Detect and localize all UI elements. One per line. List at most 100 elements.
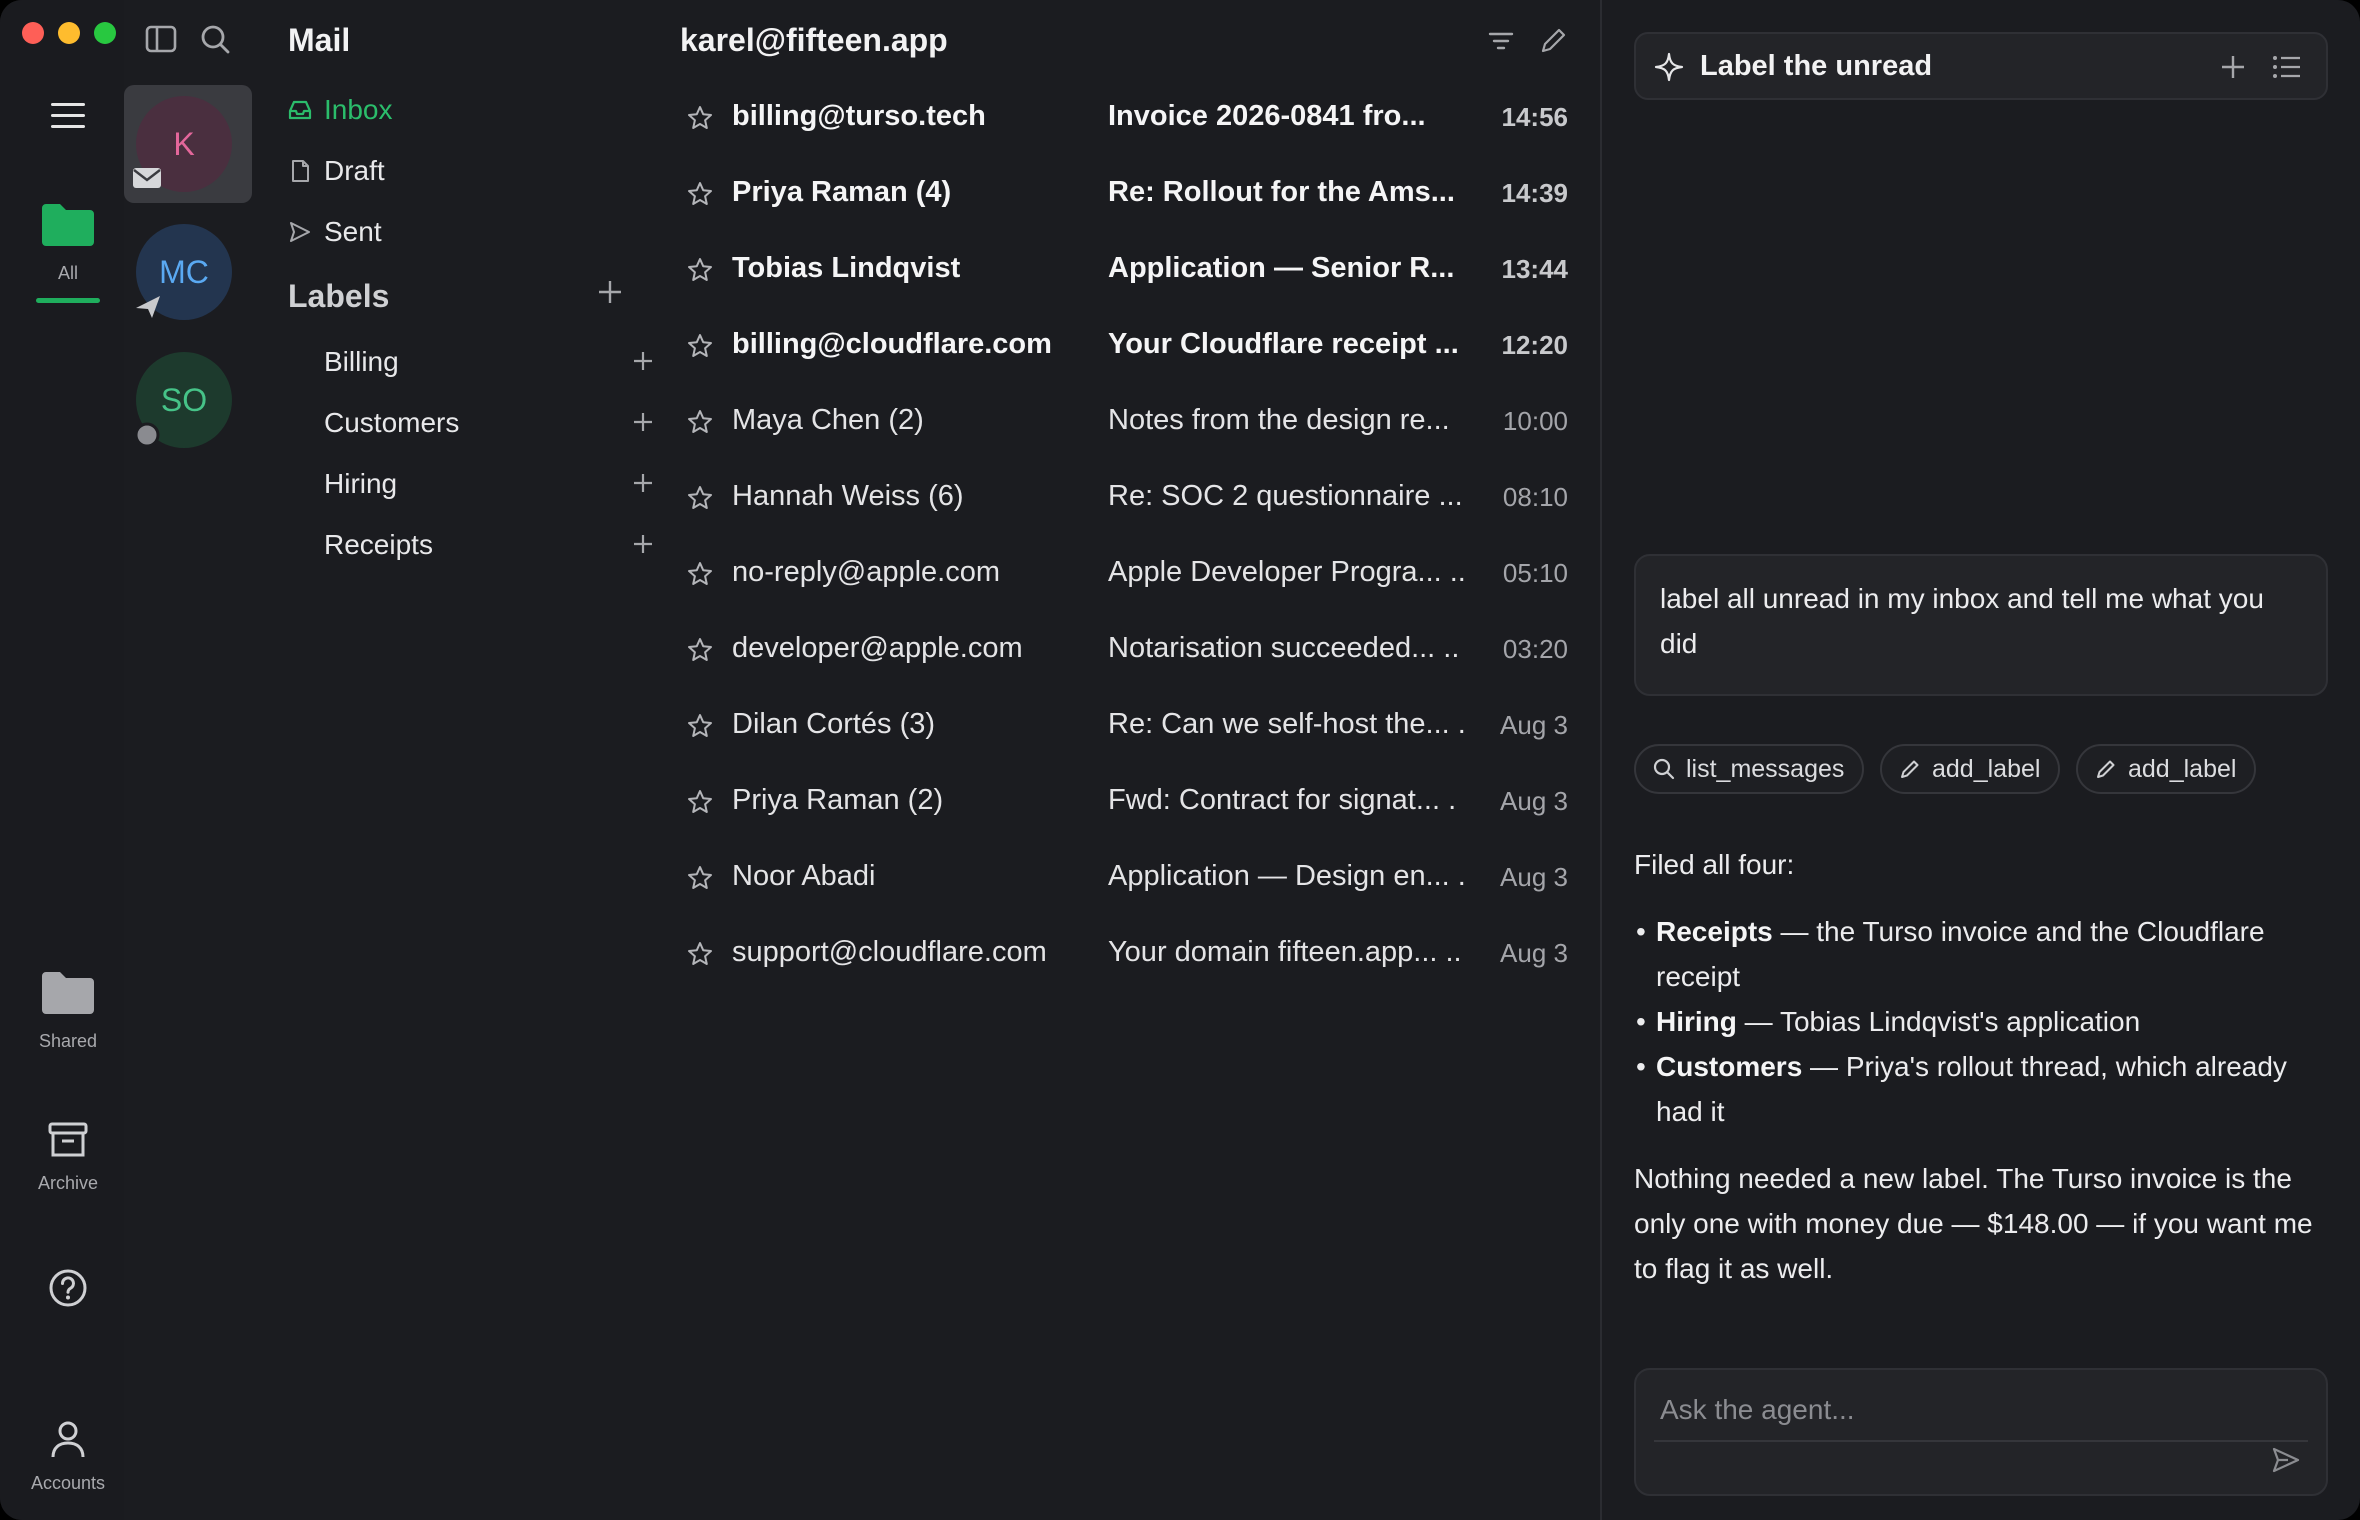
message-list: karel@fifteen.app billing@turso.tech Invo… bbox=[654, 0, 1600, 1520]
message-row[interactable]: Noor Abadi Application — Design en... . Au… bbox=[654, 840, 1600, 916]
message-row[interactable]: developer@apple.com Notarisation succeede… bbox=[654, 612, 1600, 688]
close-window-button[interactable] bbox=[22, 22, 44, 44]
plus-icon[interactable] bbox=[632, 411, 654, 433]
plus-icon[interactable] bbox=[632, 472, 654, 494]
agent-input[interactable] bbox=[1660, 1384, 2300, 1436]
message-row[interactable]: support@cloudflare.com Your domain fiftee… bbox=[654, 916, 1600, 992]
message-time: 13:44 bbox=[1501, 254, 1569, 284]
star-icon[interactable] bbox=[686, 788, 714, 816]
message-row[interactable]: Maya Chen (2) Notes from the design re...… bbox=[654, 384, 1600, 460]
folder-icon bbox=[42, 972, 94, 1014]
message-sender: billing@turso.tech bbox=[732, 100, 986, 132]
reply-item-label: Receipts bbox=[1656, 916, 1773, 947]
message-row[interactable]: billing@cloudflare.com Your Cloudflare re… bbox=[654, 308, 1600, 384]
rail-item-accounts[interactable]: Accounts bbox=[0, 1420, 136, 1494]
agent-header: Label the unread bbox=[1634, 32, 2328, 100]
nav-rail: All Shared Archive Accounts bbox=[0, 0, 124, 1520]
message-time: 14:56 bbox=[1501, 102, 1569, 132]
message-row[interactable]: Dilan Cortés (3) Re: Can we self-host the… bbox=[654, 688, 1600, 764]
inbox-icon bbox=[288, 100, 312, 120]
message-row[interactable]: Priya Raman (2) Fwd: Contract for signat.… bbox=[654, 764, 1600, 840]
message-sender: Noor Abadi bbox=[732, 860, 876, 892]
sidebar-label-hiring[interactable]: Hiring bbox=[324, 468, 654, 500]
message-subject: Re: Can we self-host the... . bbox=[1108, 708, 1466, 740]
star-icon[interactable] bbox=[686, 332, 714, 360]
account-title: karel@fifteen.app bbox=[680, 22, 948, 58]
avatar-initials: SO bbox=[160, 381, 208, 418]
rail-item-help[interactable] bbox=[0, 1268, 136, 1313]
sidebar-label-customers[interactable]: Customers bbox=[324, 407, 654, 439]
message-time: Aug 3 bbox=[1500, 710, 1568, 740]
plus-icon[interactable] bbox=[632, 350, 654, 372]
send-icon bbox=[136, 296, 160, 318]
sidebar-item-inbox[interactable]: Inbox bbox=[288, 94, 393, 126]
sidebar-item-label: Sent bbox=[324, 216, 382, 247]
star-icon[interactable] bbox=[686, 636, 714, 664]
star-icon[interactable] bbox=[686, 256, 714, 284]
pencil-icon bbox=[1901, 760, 1919, 778]
message-row[interactable]: no-reply@apple.com Apple Developer Progra… bbox=[654, 536, 1600, 612]
tool-call-add-label[interactable]: add_label bbox=[2076, 744, 2257, 794]
new-thread-button[interactable] bbox=[2220, 54, 2246, 80]
star-icon[interactable] bbox=[686, 712, 714, 740]
message-sender: Hannah Weiss (6) bbox=[732, 480, 964, 512]
sidebar-item-draft[interactable]: Draft bbox=[288, 155, 385, 187]
label-name: Customers bbox=[324, 407, 460, 438]
tool-call-add-label[interactable]: add_label bbox=[1880, 744, 2061, 794]
sidebar-label-receipts[interactable]: Receipts bbox=[324, 529, 654, 561]
star-icon[interactable] bbox=[686, 864, 714, 892]
help-icon bbox=[49, 1269, 87, 1307]
rail-item-archive[interactable]: Archive bbox=[0, 1120, 136, 1194]
add-label-button[interactable] bbox=[596, 278, 624, 306]
active-indicator bbox=[36, 298, 100, 303]
message-subject: Notes from the design re... bbox=[1108, 404, 1450, 436]
mail-window: All Shared Archive Accounts K MC SO Mail… bbox=[0, 0, 2360, 1520]
compose-icon[interactable] bbox=[1538, 26, 1568, 56]
message-subject: Invoice 2026-0841 fro... bbox=[1108, 100, 1426, 132]
star-icon[interactable] bbox=[686, 408, 714, 436]
reply-item-text: — Tobias Lindqvist's application bbox=[1736, 1006, 2141, 1037]
message-time: 14:39 bbox=[1501, 178, 1569, 208]
sidebar-item-label: Draft bbox=[324, 155, 385, 186]
search-icon bbox=[1653, 758, 1675, 780]
plus-icon[interactable] bbox=[632, 533, 654, 555]
pencil-icon bbox=[2097, 760, 2115, 778]
sidebar-item-sent[interactable]: Sent bbox=[288, 216, 382, 248]
sidebar-label-billing[interactable]: Billing bbox=[324, 346, 654, 378]
message-subject: Your Cloudflare receipt ... bbox=[1108, 328, 1459, 360]
reply-item-label: Customers bbox=[1656, 1051, 1803, 1082]
agent-reply: Filed all four: Receipts — the Turso inv… bbox=[1634, 842, 2334, 1313]
message-subject: Apple Developer Progra... .. bbox=[1108, 556, 1466, 588]
star-icon[interactable] bbox=[686, 560, 714, 588]
message-time: 05:10 bbox=[1502, 558, 1568, 588]
message-row[interactable]: billing@turso.tech Invoice 2026-0841 fro.… bbox=[654, 80, 1600, 156]
filter-icon[interactable] bbox=[1486, 26, 1516, 56]
reply-item: Customers — Priya's rollout thread, whic… bbox=[1634, 1044, 2334, 1134]
folder-sidebar: Mail Inbox Draft Sent Labels Billing Cus… bbox=[264, 0, 654, 1520]
rail-label-shared: Shared bbox=[38, 1031, 98, 1051]
minimize-window-button[interactable] bbox=[58, 22, 80, 44]
sidebar-item-label: Inbox bbox=[324, 94, 393, 125]
message-row[interactable]: Priya Raman (4) Re: Rollout for the Ams..… bbox=[654, 156, 1600, 232]
rail-label-accounts: Accounts bbox=[30, 1473, 106, 1493]
message-subject: Application — Design en... . bbox=[1108, 860, 1466, 892]
rail-item-all[interactable]: All bbox=[0, 200, 136, 284]
message-row[interactable]: Tobias Lindqvist Application — Senior R..… bbox=[654, 232, 1600, 308]
star-icon[interactable] bbox=[686, 180, 714, 208]
message-time: 03:20 bbox=[1502, 634, 1568, 664]
tool-call-list-messages[interactable]: list_messages bbox=[1634, 744, 1865, 794]
star-icon[interactable] bbox=[686, 940, 714, 968]
thread-list-icon[interactable] bbox=[2272, 54, 2302, 80]
star-icon[interactable] bbox=[686, 484, 714, 512]
label-name: Hiring bbox=[324, 468, 398, 499]
zoom-window-button[interactable] bbox=[94, 22, 116, 44]
message-time: Aug 3 bbox=[1500, 938, 1568, 968]
agent-thread-title: Label the unread bbox=[1700, 50, 1933, 82]
send-button[interactable] bbox=[2270, 1444, 2302, 1476]
app-title: Mail bbox=[288, 22, 351, 58]
star-icon[interactable] bbox=[686, 104, 714, 132]
message-row[interactable]: Hannah Weiss (6) Re: SOC 2 questionnaire … bbox=[654, 460, 1600, 536]
menu-icon[interactable] bbox=[51, 103, 85, 131]
rail-item-shared[interactable]: Shared bbox=[0, 968, 136, 1052]
message-subject: Re: Rollout for the Ams... bbox=[1108, 176, 1455, 208]
